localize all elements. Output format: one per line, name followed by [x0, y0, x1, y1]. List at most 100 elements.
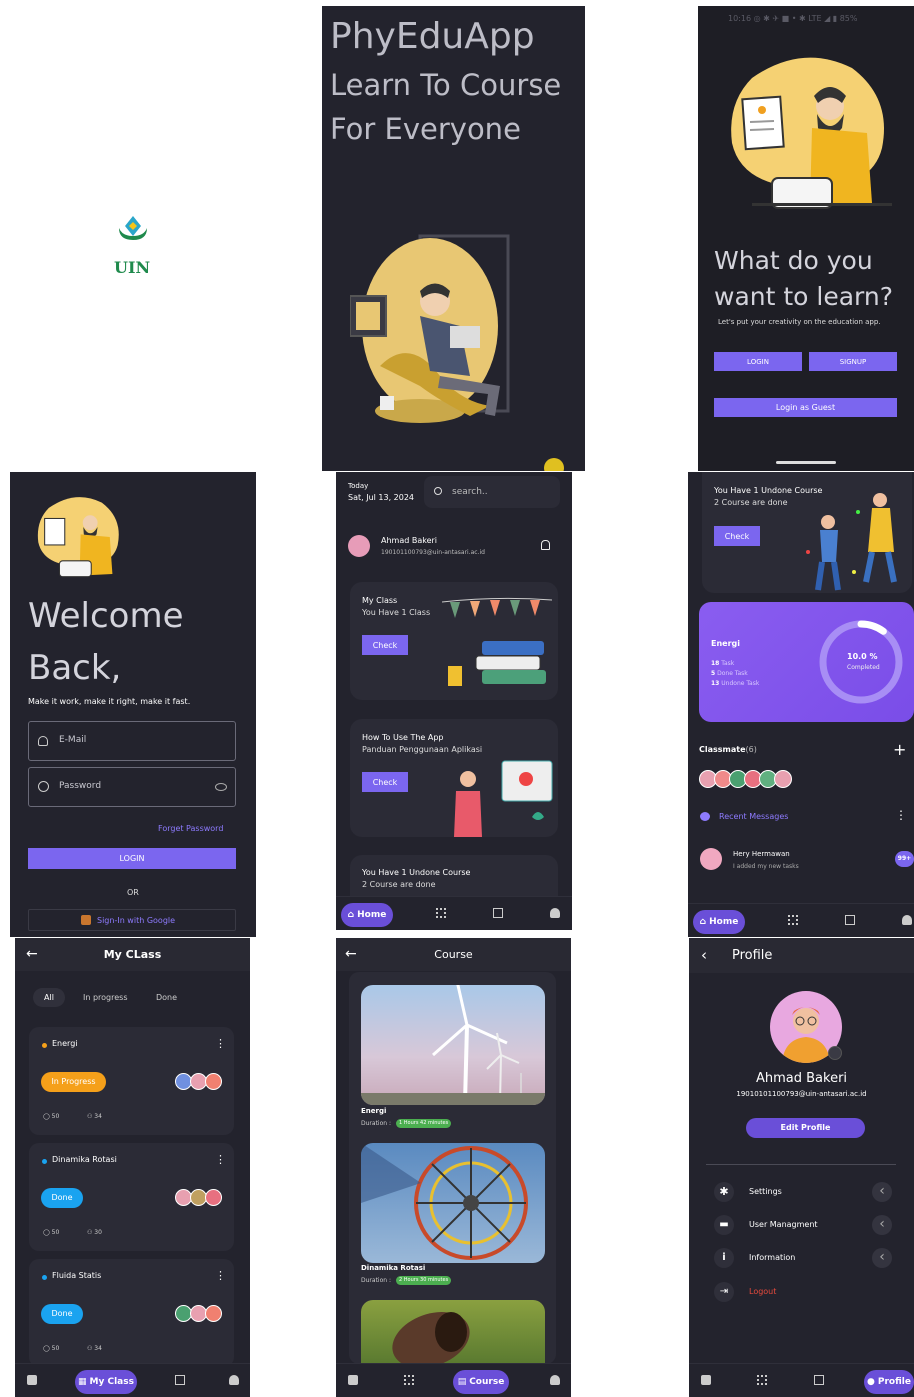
avatar[interactable]: [348, 535, 370, 557]
more-icon[interactable]: ⋮: [215, 1037, 226, 1050]
avatar[interactable]: [774, 770, 792, 788]
menu-user-management[interactable]: ▬ User Managment ‹: [714, 1213, 899, 1237]
tab-in-progress[interactable]: In progress: [83, 993, 128, 1002]
search-input[interactable]: search..: [424, 476, 560, 508]
course-image-ferris[interactable]: [361, 1143, 545, 1263]
login-subtitle: Make it work, make it right, make it fas…: [28, 697, 191, 706]
tab-all[interactable]: All: [33, 988, 65, 1007]
menu-logout[interactable]: ⇥ Logout: [714, 1280, 899, 1304]
page-title: Course: [434, 948, 473, 961]
status-dot: [42, 1043, 47, 1048]
bottom-nav: ▤ Course: [336, 1363, 571, 1397]
password-field[interactable]: Password: [28, 767, 236, 807]
class-name: Energi: [52, 1039, 78, 1048]
more-icon[interactable]: ⋮: [215, 1153, 226, 1166]
home-screen: Today Sat, Jul 13, 2024 search.. Ahmad B…: [336, 472, 572, 930]
card-title: How To Use The App: [362, 733, 444, 742]
grid-icon[interactable]: [404, 1375, 414, 1385]
today-label: Today: [348, 482, 369, 490]
book-icon[interactable]: [175, 1375, 185, 1385]
status-badge: Done: [41, 1188, 83, 1208]
bottom-nav: ▦ My Class: [15, 1363, 250, 1397]
bottom-nav: ⌂ Home: [336, 896, 572, 930]
member-count: ⚇ 30: [87, 1229, 102, 1236]
grid-icon[interactable]: [757, 1375, 767, 1385]
book-icon[interactable]: [493, 908, 503, 918]
person-icon[interactable]: [229, 1375, 239, 1385]
home-indicator: [776, 461, 836, 464]
check-button[interactable]: Check: [714, 526, 760, 546]
undone-count: 13 Undone Task: [711, 680, 760, 687]
home-scrolled-screen: You Have 1 Undone Course 2 Course are do…: [688, 472, 914, 937]
add-classmate-icon[interactable]: +: [893, 740, 906, 759]
card-subtitle: You Have 1 Class: [362, 608, 431, 617]
login-button[interactable]: LOGIN: [714, 352, 802, 371]
page-indicator-dot: [544, 458, 564, 471]
tab-done[interactable]: Done: [156, 993, 177, 1002]
login-submit-button[interactable]: LOGIN: [28, 848, 236, 869]
person-icon[interactable]: [550, 1375, 560, 1385]
user-email: 190101100793@uin-antasari.ac.id: [381, 549, 485, 556]
guest-login-button[interactable]: Login as Guest: [714, 398, 897, 417]
edit-profile-button[interactable]: Edit Profile: [746, 1118, 865, 1138]
check-button[interactable]: Check: [362, 635, 408, 655]
nav-home-label: Home: [709, 917, 739, 927]
nav-home-active[interactable]: ⌂ Home: [693, 910, 745, 934]
more-icon[interactable]: ⋮: [215, 1269, 226, 1282]
uin-logo-icon: [119, 216, 147, 240]
header-bar: [689, 938, 914, 973]
how-to-card[interactable]: How To Use The App Panduan Penggunaan Ap…: [350, 719, 558, 837]
course-image-windmill[interactable]: [361, 985, 545, 1105]
member-avatars: [175, 1305, 225, 1323]
classmate-label: Classmate(6): [699, 745, 757, 754]
google-label: Sign-In with Google: [97, 916, 176, 925]
home-icon: ⌂: [699, 917, 707, 927]
class-card-dinamika[interactable]: Dinamika Rotasi ⋮ Done ◯ 50 ⚇ 30: [29, 1143, 234, 1251]
eye-icon[interactable]: [215, 783, 227, 791]
course-image-fluid[interactable]: [361, 1300, 545, 1364]
home-icon[interactable]: [701, 1375, 711, 1385]
welcome-title-2: want to learn?: [714, 282, 894, 311]
edit-avatar-icon[interactable]: [828, 1046, 842, 1060]
nav-label: My Class: [89, 1377, 134, 1387]
google-signin-button[interactable]: Sign-In with Google: [28, 909, 236, 931]
course-screen: ← Course Energi Duration : 1 Hours 42 mi…: [336, 938, 571, 1397]
nav-profile-active[interactable]: ● Profile: [864, 1370, 914, 1394]
signup-button[interactable]: SIGNUP: [809, 352, 897, 371]
class-card-energi[interactable]: Energi ⋮ In Progress ◯ 50 ⚇ 34: [29, 1027, 234, 1135]
progress-card[interactable]: Energi 18 Task 5 Done Task 13 Undone Tas…: [699, 602, 914, 722]
grid-icon[interactable]: [788, 915, 798, 925]
undone-course-card[interactable]: You Have 1 Undone Course 2 Course are do…: [702, 472, 912, 593]
menu-settings[interactable]: ✱ Settings ‹: [714, 1180, 899, 1204]
menu-label: User Managment: [749, 1220, 818, 1229]
check-button[interactable]: Check: [362, 772, 408, 792]
nav-course-active[interactable]: ▤ Course: [453, 1370, 509, 1394]
nav-home-active[interactable]: ⌂ Home: [341, 903, 393, 927]
recent-messages-label[interactable]: Recent Messages: [719, 812, 788, 821]
comment-count: ◯ 50: [43, 1345, 60, 1352]
back-chevron-icon[interactable]: ‹: [701, 946, 707, 964]
email-field[interactable]: E-Mail: [28, 721, 236, 761]
bell-icon[interactable]: [541, 540, 550, 550]
task-count: 18 Task: [711, 660, 735, 667]
person-icon[interactable]: [902, 915, 912, 925]
menu-information[interactable]: i Information ‹: [714, 1246, 899, 1270]
app-name: PhyEduApp: [330, 16, 535, 57]
forget-password-link[interactable]: Forget Password: [158, 824, 223, 833]
splash-screen: UIN: [0, 0, 265, 470]
home-icon: ⌂: [347, 910, 355, 920]
home-icon[interactable]: [27, 1375, 37, 1385]
nav-myclass-active[interactable]: ▦ My Class: [75, 1370, 137, 1394]
home-icon[interactable]: [348, 1375, 358, 1385]
welcome-title-1: What do you: [714, 246, 873, 275]
person-icon[interactable]: [550, 908, 560, 918]
coder-illustration: [731, 57, 892, 209]
my-class-card[interactable]: My Class You Have 1 Class Check: [350, 582, 558, 700]
grid-icon[interactable]: [436, 908, 446, 918]
gear-icon: ✱: [714, 1182, 734, 1202]
book-icon[interactable]: [814, 1375, 824, 1385]
avatar[interactable]: [700, 848, 722, 870]
class-card-fluida[interactable]: Fluida Statis ⋮ Done ◯ 50 ⚇ 34: [29, 1259, 234, 1367]
more-icon[interactable]: ⋮: [895, 809, 907, 821]
book-icon[interactable]: [845, 915, 855, 925]
